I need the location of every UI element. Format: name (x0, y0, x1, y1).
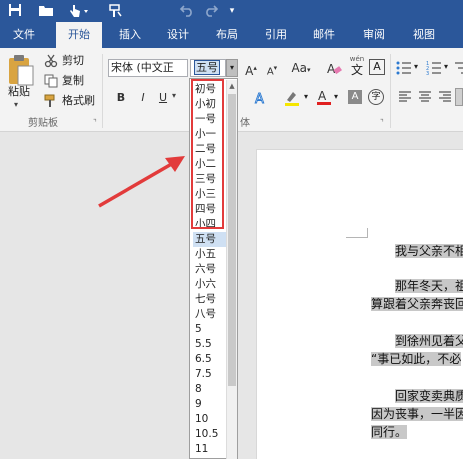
copy-button[interactable]: 复制 (62, 73, 84, 89)
customize-qat-icon[interactable]: ▾ (226, 3, 238, 19)
font-size-input[interactable]: 五号 (190, 59, 226, 77)
tab-review[interactable]: 审阅 (352, 22, 396, 48)
clipboard-group-label: 剪贴板 (28, 118, 58, 129)
underline-dropdown-icon[interactable]: ▾ (172, 91, 176, 100)
format-painter-icon[interactable] (106, 3, 124, 19)
svg-text:A: A (255, 92, 264, 106)
font-size-dropdown-icon[interactable]: ▾ (226, 59, 238, 77)
tab-file[interactable]: 文件 (4, 22, 44, 48)
doc-line: “事已如此，不必 (371, 352, 462, 366)
numbering-dropdown-icon[interactable]: ▾ (444, 62, 448, 71)
italic-button[interactable]: I (134, 89, 152, 107)
numbering-icon[interactable]: 123 (426, 60, 442, 77)
character-shading-icon[interactable]: A (348, 90, 362, 104)
doc-paragraph: 那年冬天，祖 (395, 279, 463, 293)
font-size-option[interactable]: 5 (195, 322, 228, 337)
svg-text:3: 3 (426, 71, 429, 76)
clear-formatting-icon[interactable]: A (326, 60, 342, 76)
text-effects-icon[interactable]: A (254, 90, 272, 108)
tab-view[interactable]: 视图 (404, 22, 444, 48)
margin-corner-mark (346, 228, 368, 238)
align-center-icon[interactable] (418, 90, 432, 104)
format-painter-icon[interactable] (44, 94, 58, 108)
font-size-value: 五号 (194, 60, 220, 75)
group-divider (390, 54, 391, 128)
font-size-option[interactable]: 11 (195, 442, 228, 457)
svg-text:A: A (318, 89, 327, 103)
cut-button[interactable]: 剪切 (62, 53, 84, 69)
font-size-option[interactable]: 小五 (195, 247, 228, 262)
bold-button[interactable]: B (112, 89, 130, 107)
tab-layout[interactable]: 布局 (206, 22, 248, 48)
font-name-input[interactable]: 宋体 (中文正 (108, 59, 188, 77)
phonetic-guide-button[interactable]: wén 文 (348, 55, 366, 77)
character-border-button[interactable]: A (369, 59, 385, 75)
folder-icon[interactable] (36, 3, 56, 19)
grow-font-icon[interactable]: A▴ (242, 59, 260, 78)
tab-mailings[interactable]: 邮件 (304, 22, 344, 48)
highlight-color-icon[interactable] (283, 90, 301, 106)
underline-button[interactable]: U (154, 89, 172, 107)
font-size-option[interactable]: 9 (195, 397, 228, 412)
paste-icon[interactable] (6, 54, 36, 86)
font-size-option[interactable]: 10 (195, 412, 228, 427)
dropdown-scrollbar[interactable]: ▲ (226, 80, 237, 459)
clipboard-launcher-icon[interactable]: ⌝ (93, 118, 97, 127)
change-case-button[interactable]: Aa▾ (288, 59, 314, 77)
doc-line: 因为丧事，一半因 (371, 407, 463, 421)
bullets-icon[interactable] (396, 60, 412, 76)
doc-line: 算跟着父亲奔丧回 (371, 297, 463, 311)
font-size-option[interactable]: 小六 (195, 277, 228, 292)
tab-insert[interactable]: 插入 (110, 22, 150, 48)
touch-mode-icon[interactable] (64, 3, 94, 19)
font-size-option[interactable]: 6.5 (195, 352, 228, 367)
format-painter-button[interactable]: 格式刷 (62, 93, 95, 109)
paste-button[interactable]: 粘贴 (8, 84, 30, 100)
document-text-area[interactable]: 我与父亲不相 那年冬天，祖 算跟着父亲奔丧回 到徐州见着父 “事已如此，不必 回… (371, 220, 463, 459)
font-size-option[interactable]: 7.5 (195, 367, 228, 382)
justify-button[interactable] (455, 88, 463, 106)
paste-dropdown-icon[interactable]: ▾ (14, 100, 18, 109)
save-icon[interactable] (6, 3, 24, 19)
svg-text:A: A (327, 62, 336, 76)
font-launcher-icon[interactable]: ⌝ (380, 118, 384, 127)
doc-paragraph: 回家变卖典质 (395, 389, 463, 403)
enclose-characters-icon[interactable]: 字 (368, 89, 384, 105)
bullets-dropdown-icon[interactable]: ▾ (414, 62, 418, 71)
annotation-arrow (98, 156, 185, 208)
scrollbar-thumb[interactable] (228, 94, 236, 386)
annotation-highlight-box (191, 79, 224, 229)
doc-paragraph: 我与父亲不相 (395, 244, 463, 258)
undo-icon[interactable] (178, 3, 196, 19)
tab-references[interactable]: 引用 (256, 22, 296, 48)
font-size-option-selected[interactable]: 五号 (193, 232, 226, 247)
font-group-label: 体 (240, 118, 250, 129)
align-right-icon[interactable] (438, 90, 452, 104)
group-divider (102, 54, 103, 128)
doc-line: 同行。 (371, 425, 408, 439)
font-size-option[interactable]: 8 (195, 382, 228, 397)
shrink-font-icon[interactable]: A▾ (263, 59, 281, 77)
font-color-dropdown-icon[interactable]: ▾ (334, 92, 338, 101)
align-left-icon[interactable] (398, 90, 412, 104)
tab-design[interactable]: 设计 (158, 22, 198, 48)
tab-home[interactable]: 开始 (56, 22, 102, 48)
font-color-icon[interactable]: A (316, 88, 332, 106)
font-size-option[interactable]: 七号 (195, 292, 228, 307)
doc-paragraph: 到徐州见着父 (395, 334, 463, 348)
font-size-option[interactable]: 10.5 (195, 427, 228, 442)
scissors-icon[interactable] (44, 54, 58, 68)
font-size-option[interactable]: 5.5 (195, 337, 228, 352)
copy-icon[interactable] (44, 74, 58, 88)
tab-overflow (446, 22, 463, 48)
scroll-up-icon[interactable]: ▲ (228, 82, 236, 90)
font-size-option[interactable]: 八号 (195, 307, 228, 322)
redo-icon[interactable] (202, 3, 220, 19)
multilevel-list-icon[interactable] (453, 60, 463, 76)
highlight-dropdown-icon[interactable]: ▾ (304, 92, 308, 101)
font-size-option[interactable]: 六号 (195, 262, 228, 277)
